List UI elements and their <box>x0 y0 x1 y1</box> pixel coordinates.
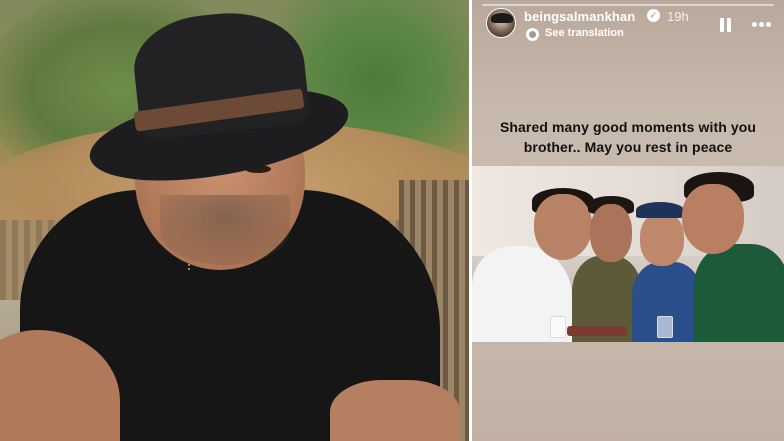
story-caption: Shared many good moments with you brothe… <box>499 119 757 155</box>
man-cap <box>636 202 684 218</box>
man-head <box>682 184 744 254</box>
man-in-black-hat <box>0 0 469 441</box>
glass <box>657 316 673 338</box>
verified-icon: ✓ <box>647 9 660 22</box>
see-translation-link[interactable]: See translation <box>545 27 624 39</box>
right-arm <box>330 380 460 441</box>
glass <box>550 316 566 338</box>
man-head <box>640 212 684 266</box>
man-green-jacket <box>694 244 784 342</box>
avatar[interactable] <box>486 8 516 38</box>
film-still-image <box>472 166 784 342</box>
avatar-hat <box>491 13 513 23</box>
instagram-story[interactable]: beingsalmankhan ✓ 19h See translation Sh… <box>472 0 784 441</box>
beard <box>160 195 290 265</box>
man-head <box>534 194 592 260</box>
left-photo <box>0 0 469 441</box>
story-timestamp: 19h <box>667 9 689 24</box>
story-header: beingsalmankhan ✓ 19h See translation <box>484 6 774 42</box>
pause-icon[interactable] <box>720 18 732 32</box>
more-icon[interactable] <box>752 22 772 28</box>
plate <box>567 326 627 336</box>
man-head <box>590 204 632 262</box>
translate-icon[interactable] <box>526 28 539 41</box>
story-username[interactable]: beingsalmankhan <box>524 9 635 24</box>
